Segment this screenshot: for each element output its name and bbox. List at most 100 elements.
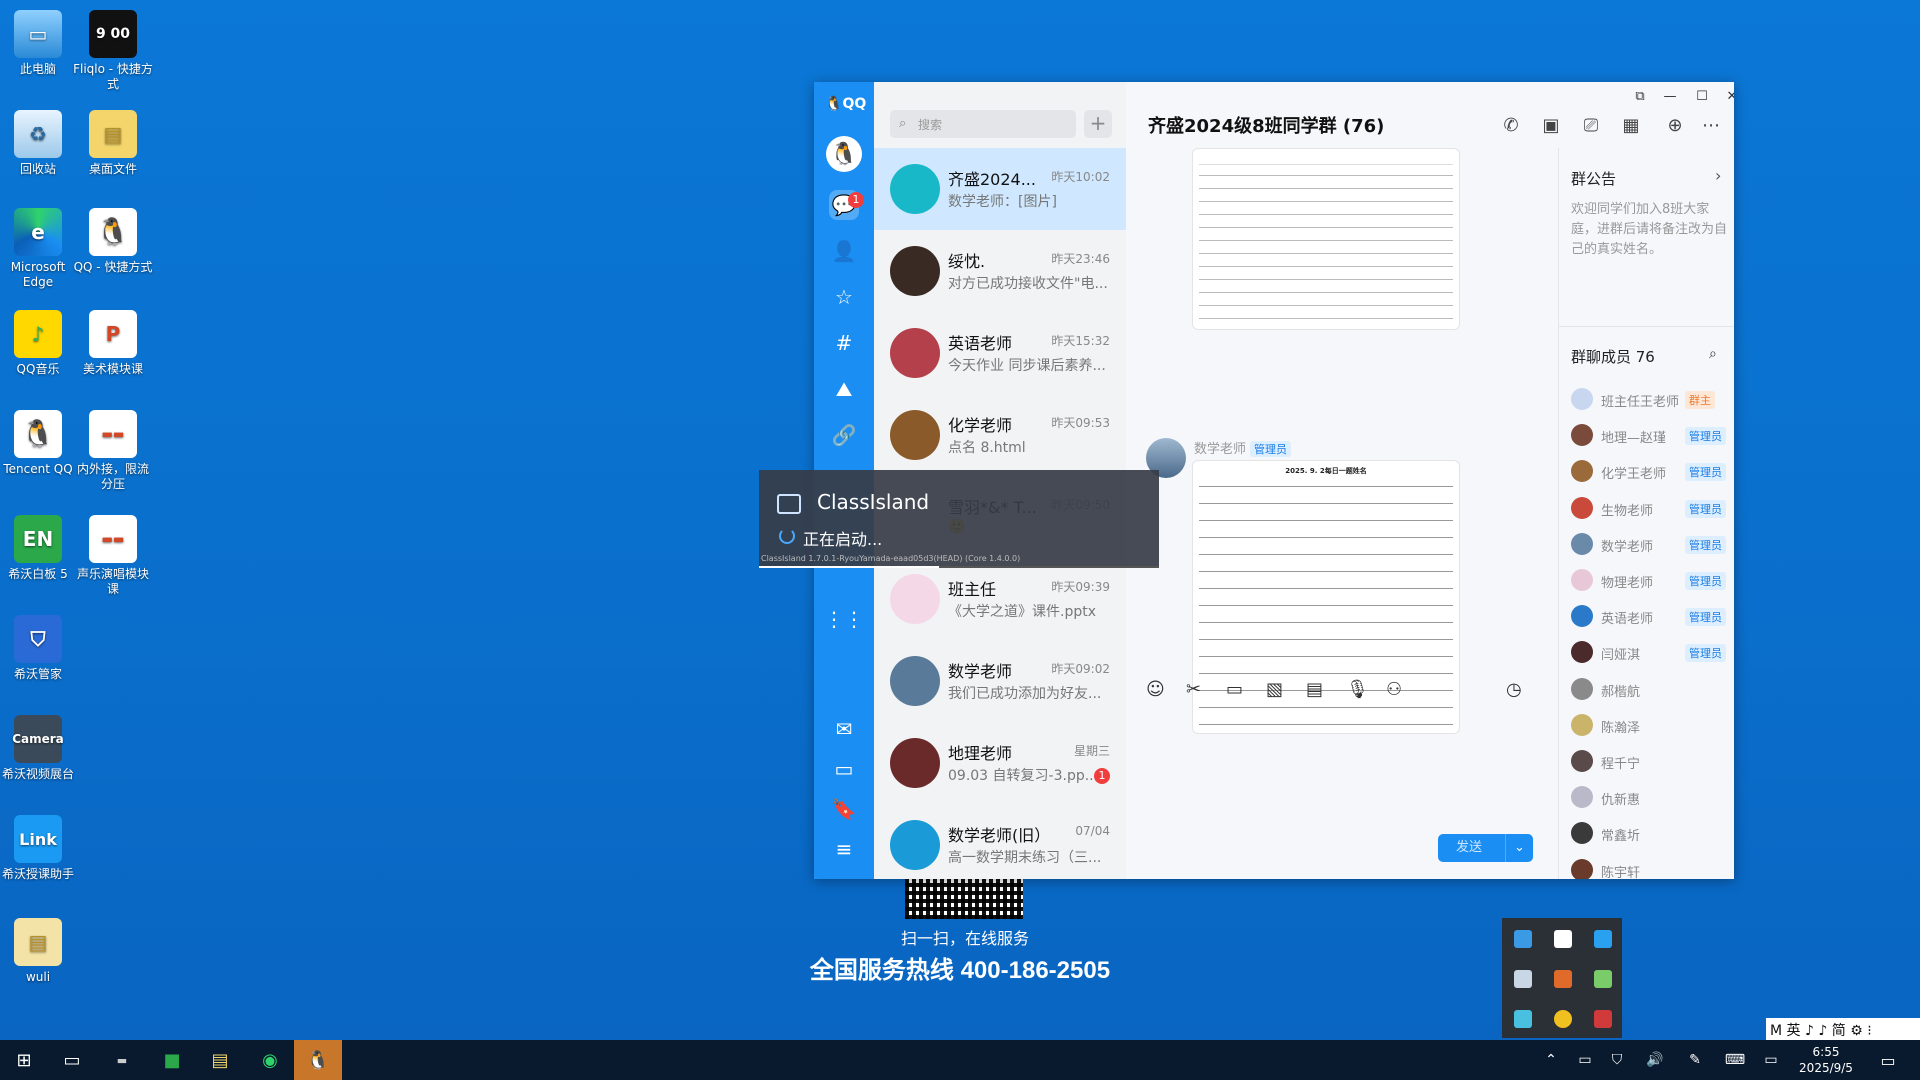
conversation-item[interactable]: 地理老师 星期三 09.03 自转复习-3.pp... 1 [874,722,1126,804]
member-search-icon[interactable]: ⌕ [1709,346,1717,362]
desktop-icon-seewo-link[interactable]: Link 希沃授课助手 [0,815,79,882]
tray-app-icon[interactable] [1594,1010,1612,1028]
tray-app-icon[interactable] [1514,1010,1532,1028]
desktop-icon-desktop-files[interactable]: ▤ 桌面文件 [72,110,154,177]
taskbar-seewo-icon[interactable]: ■ [148,1040,196,1080]
display-icon[interactable]: ▭ [1756,1040,1786,1080]
tray-app-icon[interactable] [1554,930,1572,948]
desktop-icon-tencent-qq[interactable]: 🐧 Tencent QQ [0,410,79,477]
conversation-item[interactable]: 数学老师(旧） 07/04 高一数学期末练习（三... [874,804,1126,879]
mic-icon[interactable]: 🎙 [1346,679,1369,700]
maximize-button[interactable]: ☐ [1688,86,1716,106]
conversation-item[interactable]: 英语老师 昨天15:32 今天作业 同步课后素养... [874,312,1126,394]
security-icon[interactable]: ⛉ [1602,1040,1632,1080]
add-button[interactable]: + [1084,110,1112,138]
tray-app-icon[interactable] [1594,930,1612,948]
mail-icon[interactable]: ✉ [829,714,859,744]
taskbar-edge-icon[interactable]: ◉ [246,1040,294,1080]
member-item[interactable]: 班主任王老师 群主 [1571,388,1731,412]
image-message-1[interactable] [1192,148,1460,330]
member-item[interactable]: 地理—赵瑾 管理员 [1571,424,1731,448]
ime-toolbar[interactable]: M 英 ♪ ♪ 简 ⚙ ⁝ [1766,1018,1920,1040]
task-view-icon[interactable]: ▭ [48,1040,96,1080]
member-item[interactable]: 英语老师 管理员 [1571,605,1731,629]
close-button[interactable]: ✕ [1718,86,1734,106]
notification-icon[interactable]: ▭ [1864,1040,1912,1080]
tray-app-icon[interactable] [1554,1010,1572,1028]
folder-nav-icon[interactable]: ▭ [829,754,859,784]
desktop-icon-seewo-whiteboard[interactable]: EN 希沃白板 5 [0,515,79,582]
calendar-icon[interactable]: ▤ [1306,679,1323,700]
message-input[interactable] [1146,714,1536,824]
taskbar-app-icon[interactable]: ▬ [98,1040,146,1080]
desktop-icon-fliqlo[interactable]: 9 00 Fliqlo - 快捷方式 [72,10,154,92]
member-item[interactable]: 程千宁 [1571,750,1731,774]
start-button-icon[interactable]: ⊞ [0,1040,48,1080]
conversation-item[interactable]: 化学老师 昨天09:53 点名 8.html [874,394,1126,476]
tray-app-icon[interactable] [1554,970,1572,988]
apps-icon[interactable]: ⋮⋮ [824,604,864,634]
explore-icon[interactable]: ⛰ [829,374,859,404]
member-item[interactable]: 常鑫圻 [1571,822,1731,846]
tray-app-icon[interactable] [1594,970,1612,988]
add-member-icon[interactable]: ⊕ [1662,112,1688,138]
my-avatar[interactable]: 🐧 [826,136,862,172]
member-item[interactable]: 物理老师 管理员 [1571,569,1731,593]
emoji-icon[interactable]: ☺ [1146,679,1165,700]
volume-icon[interactable]: 🔊 [1640,1040,1670,1080]
desktop-icon-art-module[interactable]: P 美术模块课 [72,310,154,377]
desktop-icon-vocal-module[interactable]: ▬▬ 声乐演唱模块课 [72,515,154,597]
member-item[interactable]: 仇新惠 [1571,786,1731,810]
file-icon[interactable]: ▭ [1226,679,1243,700]
desktop-icon-seewo-guard[interactable]: ⛉ 希沃管家 [0,615,79,682]
chevron-right-icon[interactable]: › [1715,166,1721,185]
voice-call-icon[interactable]: ✆ [1498,112,1524,138]
member-item[interactable]: 闫娅淇 管理员 [1571,641,1731,665]
member-item[interactable]: 陈瀚泽 [1571,713,1731,738]
conversation-item[interactable]: 数学老师 昨天09:02 我们已成功添加为好友... [874,640,1126,722]
desktop-icon-physics-file[interactable]: ▬▬ 内外接，限流分压 [72,410,154,492]
member-item[interactable]: 生物老师 管理员 [1571,496,1731,521]
more-icon[interactable]: ⋯ [1698,112,1724,138]
desktop-icon-edge[interactable]: e Microsoft Edge [0,208,79,290]
clock[interactable]: 6:55 2025/9/5 [1786,1044,1866,1076]
pin-icon[interactable]: ⧉ [1626,86,1654,106]
send-button[interactable]: 发送 ⌄ [1438,834,1533,862]
search-input[interactable]: ⌕ 搜索 [890,110,1076,138]
member-item[interactable]: 化学王老师 管理员 [1571,460,1731,484]
network-icon[interactable]: ▭ [1570,1040,1600,1080]
apps-grid-icon[interactable]: ▦ [1618,112,1644,138]
conversation-item[interactable]: 绥忱. 昨天23:46 对方已成功接收文件"电... [874,230,1126,312]
send-options-chevron-icon[interactable]: ⌄ [1505,834,1533,862]
video-call-icon[interactable]: ▣ [1538,112,1564,138]
member-item[interactable]: 数学老师 管理员 [1571,532,1731,557]
taskbar-explorer-icon[interactable]: ▤ [196,1040,244,1080]
desktop-icon-this-pc[interactable]: ▭ 此电脑 [0,10,79,77]
member-item[interactable]: 陈宇轩 [1571,858,1731,879]
member-item[interactable]: 郝楷航 [1571,677,1731,702]
channels-icon[interactable]: # [829,328,859,358]
taskbar-qq-icon[interactable]: 🐧 [294,1040,342,1080]
favorites-icon[interactable]: ☆ [829,282,859,312]
bot-icon[interactable]: ⚇ [1386,679,1402,700]
desktop-icon-recycle-bin[interactable]: ♻ 回收站 [0,110,79,177]
conversation-item[interactable]: 齐盛2024... 昨天10:02 数学老师：[图片] [874,148,1126,230]
desktop-icon-qq-music[interactable]: ♪ QQ音乐 [0,310,79,377]
conversation-item[interactable]: 班主任 昨天09:39 《大学之道》课件.pptx [874,558,1126,640]
history-icon[interactable]: ◷ [1506,679,1522,700]
screen-share-icon[interactable]: ⎚ [1578,112,1604,138]
link-nav-icon[interactable]: 🔗 [829,420,859,450]
desktop-icon-qq-shortcut[interactable]: 🐧 QQ - 快捷方式 [72,208,154,275]
pen-icon[interactable]: ✎ [1680,1040,1710,1080]
bookmark-icon[interactable]: 🔖 [829,794,859,824]
image-icon[interactable]: ▧ [1266,679,1283,700]
screenshot-icon[interactable]: ✂ [1186,679,1201,700]
menu-icon[interactable]: ≡ [829,834,859,864]
keyboard-icon[interactable]: ⌨ [1720,1040,1750,1080]
minimize-button[interactable]: — [1656,86,1684,106]
desktop-icon-wuli[interactable]: ▤ wuli [0,918,79,985]
tray-app-icon[interactable] [1514,970,1532,988]
tray-app-icon[interactable] [1514,930,1532,948]
show-hidden-icons-icon[interactable]: ⌃ [1536,1040,1566,1080]
contacts-icon[interactable]: 👤 [829,236,859,266]
